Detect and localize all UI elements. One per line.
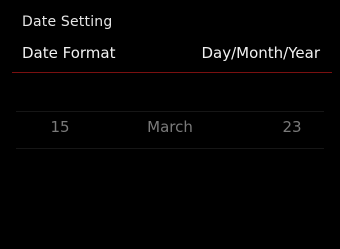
date-format-row[interactable]: Date Format Day/Month/Year bbox=[12, 38, 332, 73]
day-field[interactable]: 15 bbox=[40, 118, 80, 136]
year-field[interactable]: 23 bbox=[272, 118, 312, 136]
date-setting-screen: Date Setting Date Format Day/Month/Year … bbox=[0, 0, 340, 249]
date-picker: 15 March 23 bbox=[0, 74, 340, 249]
month-field[interactable]: March bbox=[140, 118, 200, 136]
page-title: Date Setting bbox=[22, 14, 113, 30]
picker-divider-top bbox=[16, 111, 324, 112]
date-format-value[interactable]: Day/Month/Year bbox=[202, 44, 321, 62]
picker-divider-bottom bbox=[16, 148, 324, 149]
date-format-label: Date Format bbox=[22, 44, 116, 62]
